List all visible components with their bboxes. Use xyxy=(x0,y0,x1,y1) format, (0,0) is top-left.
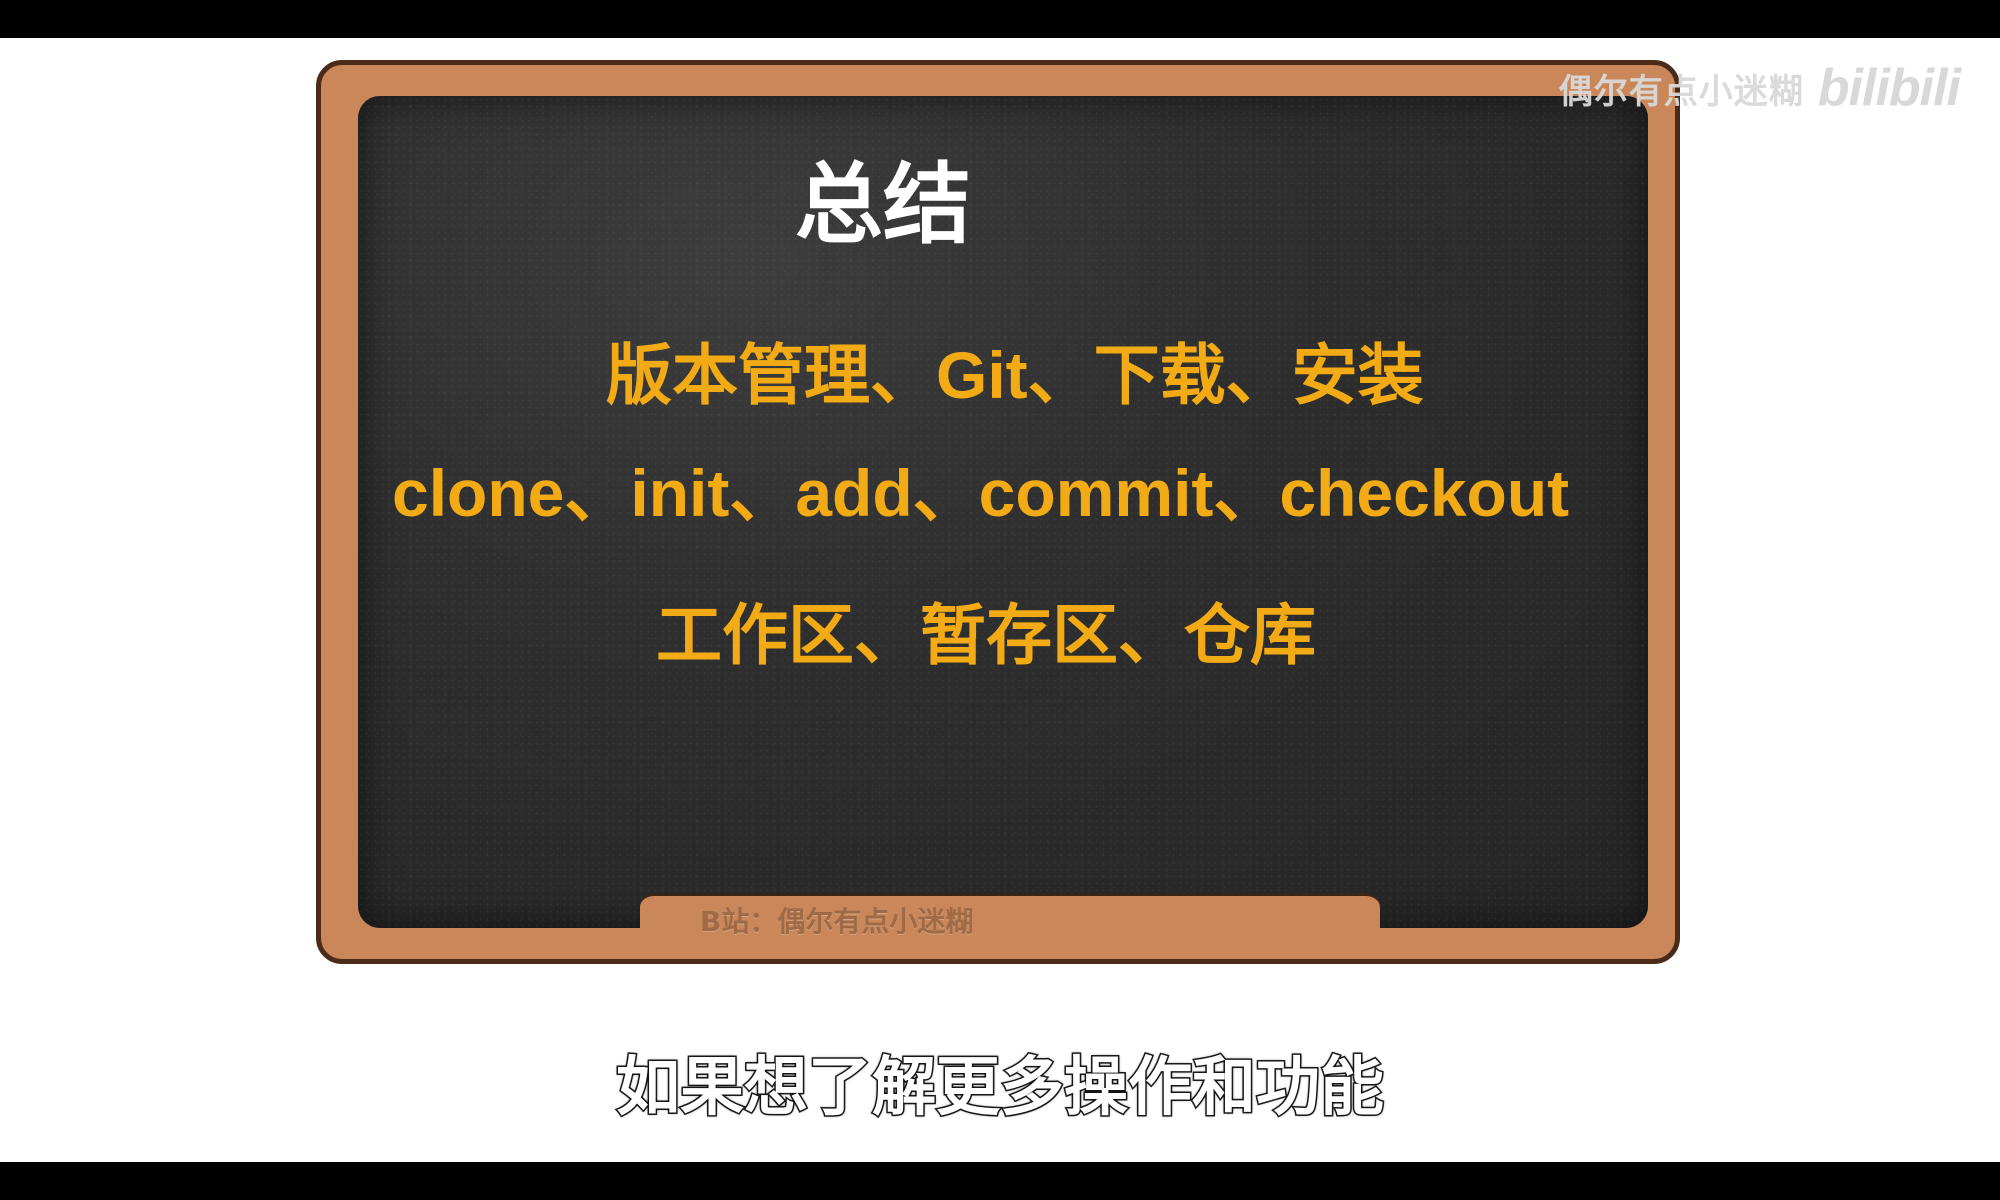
board-title: 总结 xyxy=(794,153,971,256)
channel-watermark: 偶尔有点小迷糊 bilibili xyxy=(1558,58,1961,118)
topic-line-3: 工作区、暂存区、仓库 xyxy=(656,598,1316,672)
topic-line-2: clone、init、add、commit、checkout xyxy=(392,456,1570,530)
ledge-credit-label: B站：偶尔有点小迷糊 xyxy=(700,905,974,938)
watermark-channel-name: 偶尔有点小迷糊 xyxy=(1558,71,1804,112)
video-subtitle: 如果想了解更多操作和功能 xyxy=(615,1050,1386,1127)
bilibili-logo-icon: bilibili xyxy=(1817,59,1961,117)
topic-line-1: 版本管理、Git、下载、安装 xyxy=(606,338,1424,412)
